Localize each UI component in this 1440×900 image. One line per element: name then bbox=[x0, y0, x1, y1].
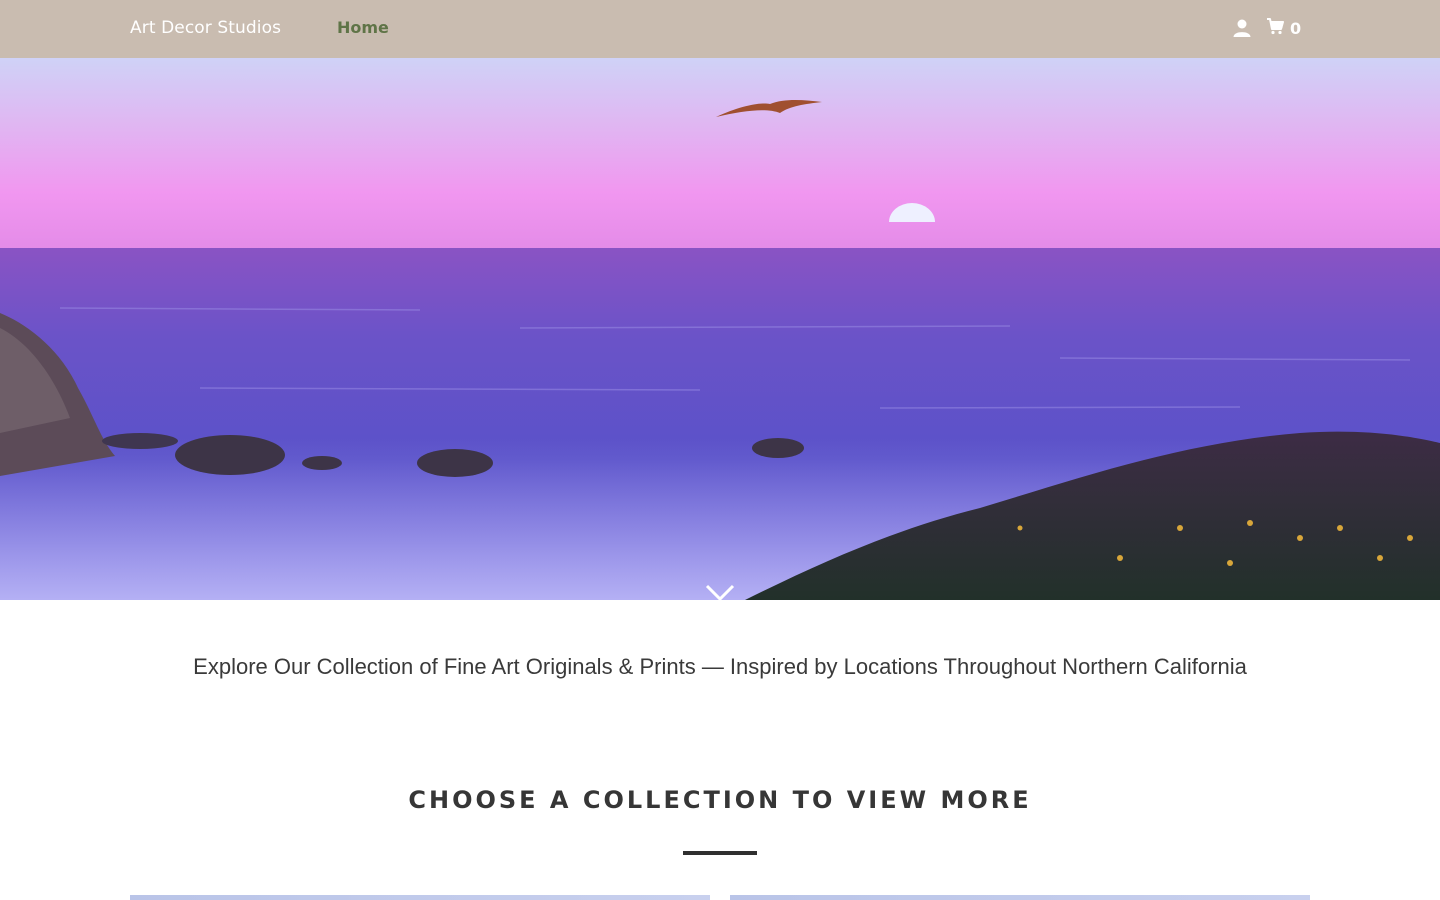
sunset-ocean-coast-photo bbox=[0, 58, 1440, 600]
shopping-cart-icon bbox=[1266, 17, 1284, 39]
site-header: Art Decor Studios Home 0 bbox=[0, 0, 1440, 58]
site-brand[interactable]: Art Decor Studios bbox=[130, 18, 281, 38]
hero-banner bbox=[0, 58, 1440, 600]
nav-link-home[interactable]: Home bbox=[337, 18, 389, 37]
intro-text: Explore Our Collection of Fine Art Origi… bbox=[193, 654, 1247, 679]
collection-tile[interactable] bbox=[130, 895, 710, 900]
chevron-down-icon[interactable] bbox=[704, 582, 736, 600]
user-icon[interactable] bbox=[1232, 18, 1252, 38]
cart-count: 0 bbox=[1290, 18, 1302, 38]
heading-divider bbox=[683, 851, 757, 855]
collection-tile[interactable] bbox=[730, 895, 1310, 900]
cart-button[interactable]: 0 bbox=[1266, 18, 1301, 38]
collections-heading: CHOOSE A COLLECTION TO VIEW MORE bbox=[408, 786, 1032, 814]
